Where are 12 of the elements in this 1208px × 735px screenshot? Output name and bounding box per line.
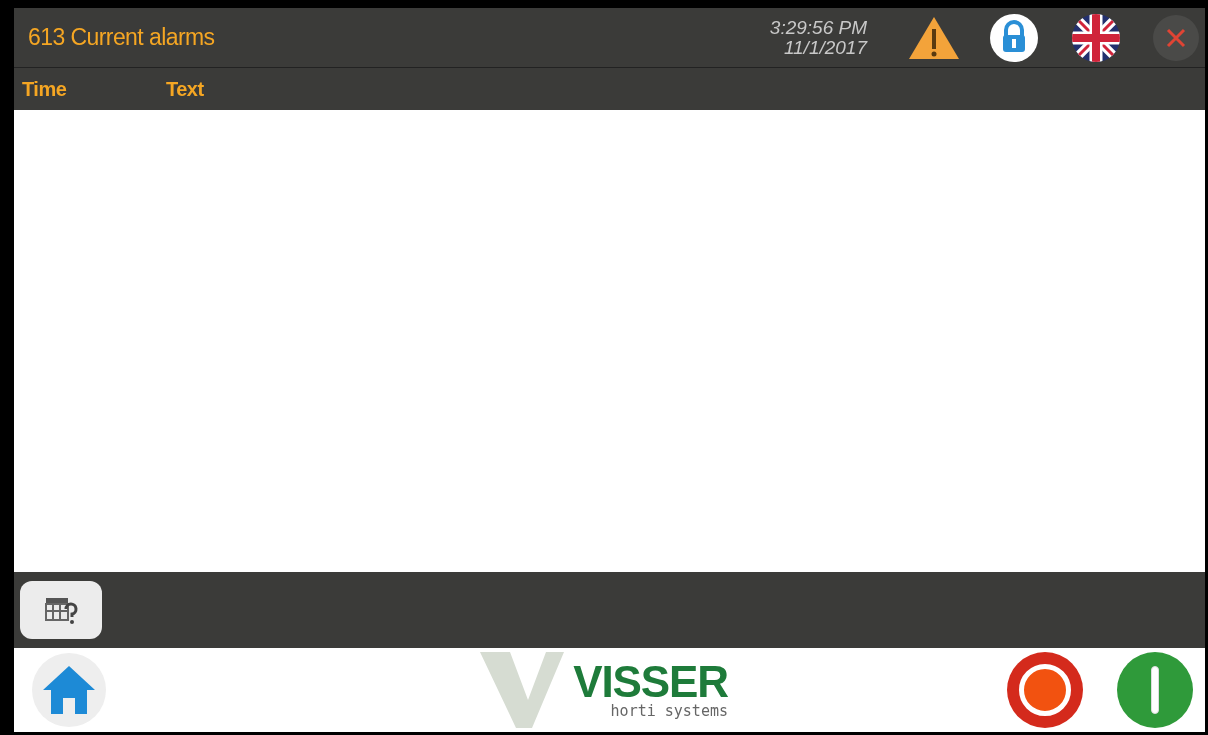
logo-name: VISSER: [573, 661, 728, 703]
logo-tagline: horti systems: [610, 703, 728, 719]
close-button[interactable]: [1153, 14, 1199, 61]
home-icon: [41, 664, 97, 716]
lock-icon[interactable]: [989, 12, 1039, 63]
clock-date: 11/1/2017: [783, 37, 867, 58]
page-title: 613 Current alarms: [28, 23, 215, 53]
close-icon: [1165, 26, 1187, 49]
column-header[interactable]: Time: [14, 74, 166, 104]
column-header[interactable]: Text: [166, 74, 204, 104]
clock-time: 3:29:56 PM: [769, 17, 867, 38]
table-help-button[interactable]: [20, 581, 102, 639]
